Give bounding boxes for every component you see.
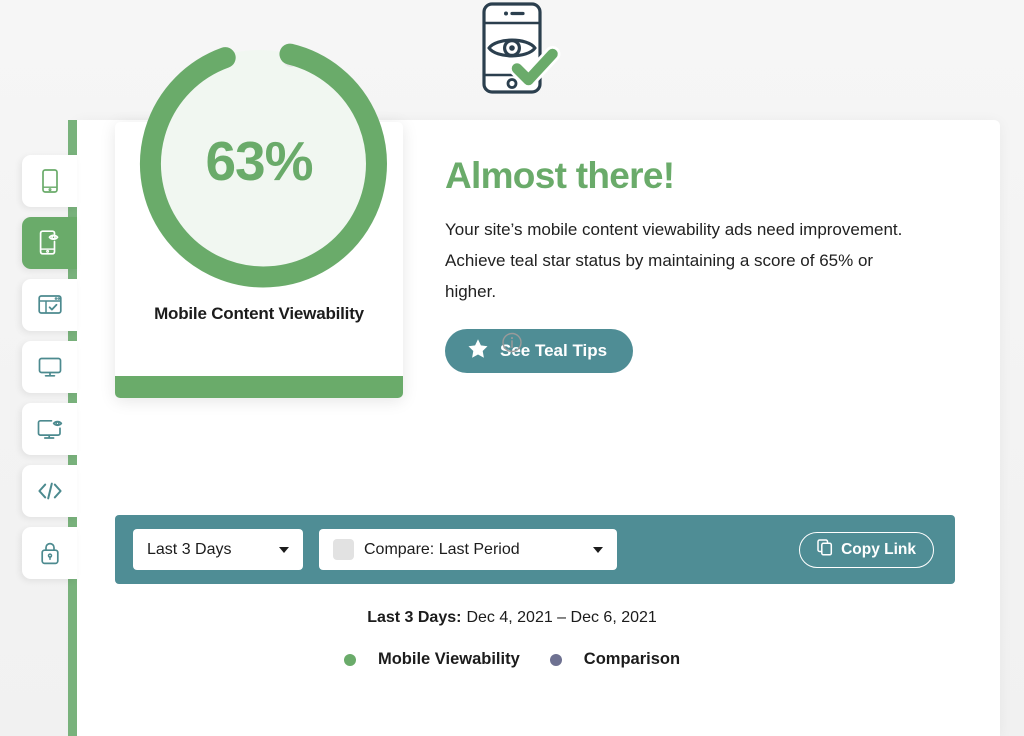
- sidebar-item-security[interactable]: [22, 527, 77, 579]
- legend-label: Comparison: [583, 650, 681, 668]
- page-headline: Almost there!: [445, 155, 675, 196]
- legend-dot: [343, 653, 356, 666]
- date-summary: Last 3 Days: Dec 4, 2021 – Dec 6, 2021: [0, 609, 1024, 627]
- sidebar-item-desktop-viewability[interactable]: [22, 403, 77, 455]
- copy-link-button[interactable]: Copy Link: [799, 531, 934, 568]
- sidebar-item-code[interactable]: [22, 465, 77, 517]
- copy-link-label: Copy Link: [841, 540, 916, 558]
- legend-item-comparison[interactable]: Comparison: [549, 650, 681, 669]
- code-brackets-icon: [36, 480, 64, 502]
- sidebar-item-mobile-device[interactable]: [22, 155, 77, 207]
- sidebar: [22, 155, 77, 579]
- mobile-eye-icon: [37, 230, 63, 256]
- browser-check-icon: [37, 293, 63, 317]
- legend-label: Mobile Viewability: [377, 650, 520, 668]
- legend-item-mobile-viewability[interactable]: Mobile Viewability: [343, 650, 520, 669]
- chevron-down-icon: [279, 546, 289, 553]
- info-circle-icon[interactable]: [502, 332, 523, 358]
- date-range-select[interactable]: Last 3 Days: [133, 529, 303, 570]
- legend-dot: [549, 653, 562, 666]
- star-icon: [467, 338, 489, 364]
- compare-checkbox[interactable]: [333, 539, 354, 560]
- score-gauge: 63%: [128, 32, 390, 294]
- sidebar-item-page-layout[interactable]: [22, 279, 77, 331]
- sidebar-item-mobile-viewability[interactable]: [22, 217, 77, 269]
- compare-value: Compare: Last Period: [364, 540, 520, 558]
- date-summary-label: Last 3 Days:: [367, 609, 462, 626]
- date-summary-value: Dec 4, 2021 – Dec 6, 2021: [466, 609, 657, 626]
- message-body: Your site’s mobile content viewability a…: [445, 220, 903, 301]
- compare-select[interactable]: Compare: Last Period: [319, 529, 617, 570]
- score-card-footer-bar: [115, 376, 403, 398]
- metric-title: Mobile Content Viewability: [154, 304, 364, 323]
- lock-icon: [38, 540, 62, 566]
- chart-legend: Mobile Viewability Comparison: [0, 650, 1024, 669]
- mobile-eye-check-icon: [459, 0, 565, 111]
- filter-toolbar: Last 3 Days Compare: Last Period Copy Li…: [115, 515, 955, 584]
- monitor-eye-icon: [36, 417, 64, 441]
- mobile-icon: [39, 168, 61, 194]
- monitor-icon: [37, 355, 63, 379]
- copy-icon: [817, 538, 833, 561]
- chevron-down-icon: [593, 546, 603, 553]
- date-range-value: Last 3 Days: [147, 540, 232, 558]
- score-percent: 63%: [205, 130, 313, 192]
- see-teal-tips-button[interactable]: See Teal Tips: [445, 329, 634, 373]
- sidebar-item-desktop[interactable]: [22, 341, 77, 393]
